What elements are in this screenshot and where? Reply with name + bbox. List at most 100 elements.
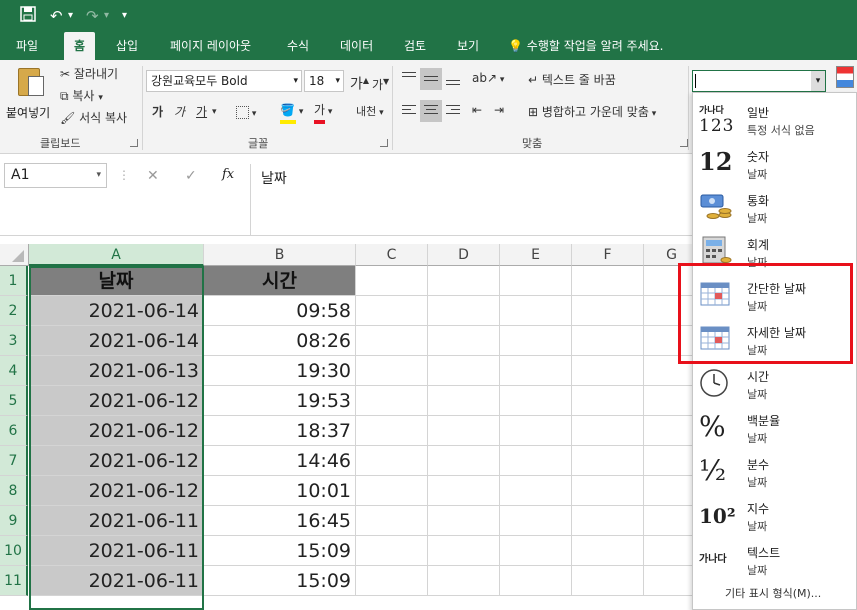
empty-cell[interactable] <box>572 476 644 506</box>
row-header-3[interactable]: 3 <box>0 326 28 356</box>
format-option[interactable]: 자세한 날짜 날짜 <box>693 317 856 361</box>
format-option[interactable]: 10² 지수 날짜 <box>693 493 856 537</box>
date-cell[interactable]: 2021-06-12 <box>29 476 204 506</box>
date-cell[interactable]: 2021-06-12 <box>29 416 204 446</box>
empty-cell[interactable] <box>356 416 428 446</box>
customize-toolbar-icon[interactable]: ▾ <box>122 6 127 26</box>
underline-button[interactable]: 가 <box>196 102 207 122</box>
tab-view[interactable]: 보기 <box>457 32 479 60</box>
empty-cell[interactable] <box>572 566 644 596</box>
empty-cell[interactable] <box>572 386 644 416</box>
column-header-f[interactable]: F <box>572 244 644 266</box>
font-launcher-icon[interactable] <box>380 139 388 147</box>
empty-cell[interactable] <box>356 266 428 296</box>
empty-cell[interactable] <box>572 506 644 536</box>
wrap-text-button[interactable]: ↵ 텍스트 줄 바꿈 <box>528 70 616 90</box>
date-cell[interactable]: 2021-06-14 <box>29 326 204 356</box>
alignment-launcher-icon[interactable] <box>680 139 688 147</box>
empty-cell[interactable] <box>356 476 428 506</box>
empty-cell[interactable] <box>428 326 500 356</box>
conditional-format-icon[interactable] <box>836 66 854 94</box>
row-header-1[interactable]: 1 <box>0 266 28 296</box>
italic-button[interactable]: 가 <box>174 102 185 122</box>
column-header-b[interactable]: B <box>204 244 356 266</box>
empty-cell[interactable] <box>428 356 500 386</box>
font-name-select[interactable]: 강원교육모두 Bold ▾ <box>146 70 302 92</box>
copy-button[interactable]: ⧉ 복사 ▾ <box>60 86 103 108</box>
row-header-4[interactable]: 4 <box>0 356 28 386</box>
phonetic-button[interactable]: 내천 ▾ <box>356 102 384 123</box>
column-header-c[interactable]: C <box>356 244 428 266</box>
date-cell[interactable]: 2021-06-14 <box>29 296 204 326</box>
empty-cell[interactable] <box>500 386 572 416</box>
tab-file[interactable]: 파일 <box>16 32 38 60</box>
date-cell[interactable]: 2021-06-11 <box>29 566 204 596</box>
align-center-button[interactable] <box>420 100 442 122</box>
paste-button[interactable]: 붙여넣기 <box>6 66 52 124</box>
row-header-8[interactable]: 8 <box>0 476 28 506</box>
empty-cell[interactable] <box>572 356 644 386</box>
empty-cell[interactable] <box>356 386 428 416</box>
redo-dropdown-icon[interactable]: ▾ <box>104 6 109 26</box>
empty-cell[interactable] <box>500 326 572 356</box>
undo-icon[interactable]: ↶ <box>50 6 63 26</box>
empty-cell[interactable] <box>500 296 572 326</box>
empty-cell[interactable] <box>356 356 428 386</box>
align-middle-button[interactable] <box>420 68 442 90</box>
select-all-button[interactable] <box>0 244 29 266</box>
font-size-select[interactable]: 18 ▾ <box>304 70 344 92</box>
empty-cell[interactable] <box>428 566 500 596</box>
tell-me-box[interactable]: 💡 수행할 작업을 알려 주세요. <box>508 32 663 60</box>
merge-center-button[interactable]: ⊞ 병합하고 가운데 맞춤 ▾ <box>528 102 656 124</box>
tab-formulas[interactable]: 수식 <box>287 32 309 60</box>
empty-cell[interactable] <box>356 296 428 326</box>
borders-button[interactable]: ▾ <box>236 102 256 124</box>
grow-font-button[interactable]: 가▲ <box>350 71 369 95</box>
name-box[interactable]: A1 ▾ <box>4 163 107 188</box>
empty-cell[interactable] <box>428 266 500 296</box>
format-option[interactable]: 가나다 123 일반 특정 서식 없음 <box>693 97 856 141</box>
empty-cell[interactable] <box>356 446 428 476</box>
cut-button[interactable]: ✂ 잘라내기 <box>60 64 118 84</box>
empty-cell[interactable] <box>356 506 428 536</box>
time-cell[interactable]: 18:37 <box>204 416 356 446</box>
format-option[interactable]: 12 숫자 날짜 <box>693 141 856 185</box>
empty-cell[interactable] <box>428 416 500 446</box>
empty-cell[interactable] <box>500 416 572 446</box>
empty-cell[interactable] <box>500 446 572 476</box>
orientation-button[interactable]: ab↗ ▾ <box>472 68 504 90</box>
empty-cell[interactable] <box>428 386 500 416</box>
time-cell[interactable]: 10:01 <box>204 476 356 506</box>
date-cell[interactable]: 2021-06-12 <box>29 446 204 476</box>
tab-data[interactable]: 데이터 <box>340 32 373 60</box>
enter-icon[interactable]: ✓ <box>185 168 197 184</box>
empty-cell[interactable] <box>356 326 428 356</box>
row-header-10[interactable]: 10 <box>0 536 28 566</box>
empty-cell[interactable] <box>356 536 428 566</box>
column-header-d[interactable]: D <box>428 244 500 266</box>
empty-cell[interactable] <box>500 476 572 506</box>
insert-function-icon[interactable]: fx <box>222 167 234 182</box>
date-cell[interactable]: 2021-06-11 <box>29 506 204 536</box>
empty-cell[interactable] <box>500 566 572 596</box>
clipboard-launcher-icon[interactable] <box>130 139 138 147</box>
format-option[interactable]: 시간 날짜 <box>693 361 856 405</box>
cancel-icon[interactable]: ✕ <box>147 168 159 184</box>
empty-cell[interactable] <box>428 296 500 326</box>
row-header-5[interactable]: 5 <box>0 386 28 416</box>
empty-cell[interactable] <box>572 326 644 356</box>
header-cell-b[interactable]: 시간 <box>204 266 356 296</box>
column-header-e[interactable]: E <box>500 244 572 266</box>
empty-cell[interactable] <box>500 266 572 296</box>
date-cell[interactable]: 2021-06-12 <box>29 386 204 416</box>
date-cell[interactable]: 2021-06-11 <box>29 536 204 566</box>
empty-cell[interactable] <box>500 506 572 536</box>
row-header-11[interactable]: 11 <box>0 566 28 596</box>
align-left-button[interactable] <box>398 100 420 122</box>
time-cell[interactable]: 19:30 <box>204 356 356 386</box>
chevron-down-icon[interactable]: ▾ <box>811 71 825 91</box>
tab-home[interactable]: 홈 <box>64 32 96 60</box>
tab-page-layout[interactable]: 페이지 레이아웃 <box>170 32 251 60</box>
empty-cell[interactable] <box>572 266 644 296</box>
format-option[interactable]: 가나다 텍스트 날짜 <box>693 537 856 581</box>
